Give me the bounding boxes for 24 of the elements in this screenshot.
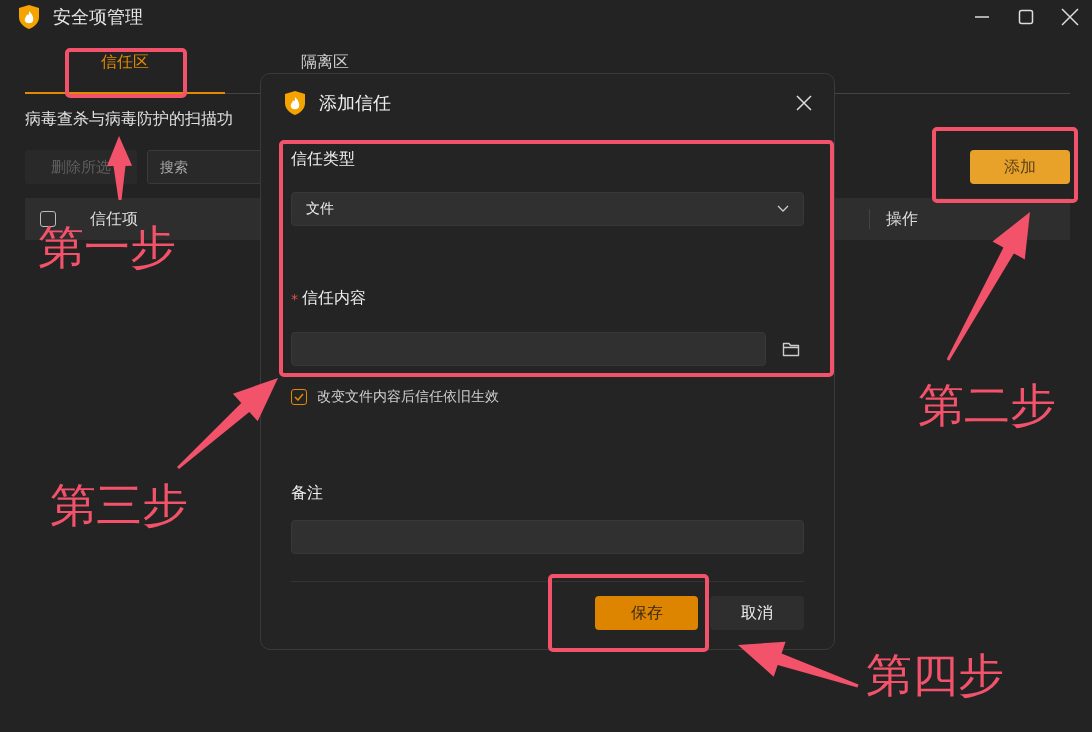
- app-logo-icon: [17, 4, 41, 30]
- save-button[interactable]: 保存: [595, 596, 698, 630]
- checkbox[interactable]: [291, 389, 307, 405]
- folder-icon[interactable]: [782, 341, 800, 357]
- window-title: 安全项管理: [53, 5, 143, 29]
- add-button[interactable]: 添加: [970, 150, 1070, 184]
- step-label: 第四步: [866, 650, 1004, 701]
- close-icon[interactable]: [796, 95, 812, 111]
- step-label: 第三步: [50, 480, 188, 531]
- field-label: 备注: [291, 483, 324, 504]
- type-dropdown[interactable]: 文件: [291, 192, 804, 226]
- dialog-logo-icon: [283, 90, 307, 116]
- chevron-down-icon: [777, 205, 789, 213]
- tab[interactable]: 信任区: [25, 48, 225, 94]
- cancel-button[interactable]: 取消: [710, 596, 804, 630]
- description-text: 病毒查杀与病毒防护的扫描功: [25, 109, 234, 130]
- field-label: 信任类型: [291, 149, 356, 170]
- select-all-checkbox[interactable]: [40, 211, 56, 227]
- checkbox-label: 改变文件内容后信任依旧生效: [317, 388, 499, 406]
- checkmark-icon: [294, 393, 304, 401]
- required-mark: *: [291, 290, 298, 307]
- field-label: 信任内容: [302, 288, 366, 309]
- dialog-title: 添加信任: [319, 91, 391, 115]
- step-label: 第二步: [918, 380, 1056, 431]
